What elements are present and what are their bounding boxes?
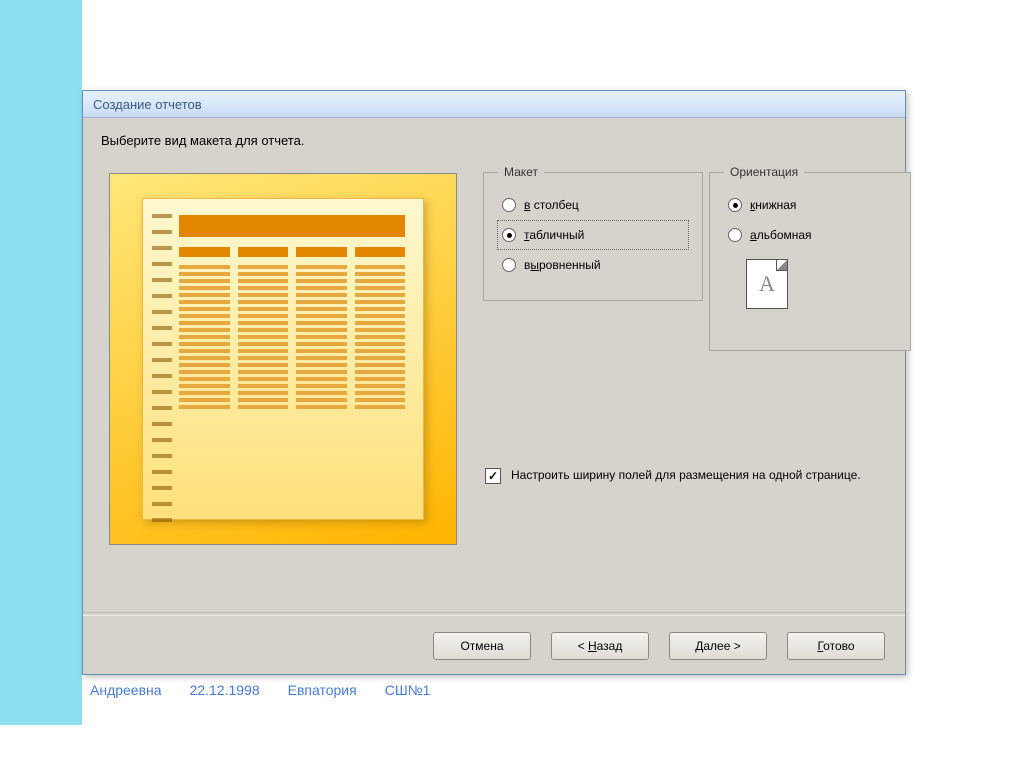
spiral-binding-icon <box>152 214 172 534</box>
radio-icon <box>502 228 516 242</box>
radio-layout-tabular[interactable]: табличный <box>498 221 688 249</box>
radio-label: выровненный <box>524 258 601 272</box>
radio-orientation-landscape[interactable]: альбомная <box>724 221 896 249</box>
finish-button[interactable]: Готово <box>787 632 885 660</box>
dialog-body: Выберите вид макета для отчета. <box>83 117 905 674</box>
slide-left-stripe <box>0 0 82 725</box>
radio-label: табличный <box>524 228 584 242</box>
radio-label: альбомная <box>750 228 812 242</box>
radio-layout-columnar[interactable]: в столбец <box>498 191 688 219</box>
background-data-row: Андреевна 22.12.1998 Евпатория СШ№1 <box>90 682 430 698</box>
bg-col-1: Андреевна <box>90 682 162 698</box>
radio-label: книжная <box>750 198 796 212</box>
instruction-text: Выберите вид макета для отчета. <box>101 133 304 148</box>
orientation-glyph: A <box>759 271 775 297</box>
bg-col-2: 22.12.1998 <box>190 682 260 698</box>
cancel-button[interactable]: Отмена <box>433 632 531 660</box>
layout-group: Макет в столбец табличный выровненный <box>483 165 703 301</box>
fit-width-label: Настроить ширину полей для размещения на… <box>511 467 861 484</box>
layout-preview <box>109 173 457 545</box>
bg-col-3: Евпатория <box>288 682 357 698</box>
radio-icon <box>502 258 516 272</box>
radio-icon <box>728 228 742 242</box>
bg-col-4: СШ№1 <box>385 682 431 698</box>
fit-width-checkbox[interactable]: Настроить ширину полей для размещения на… <box>485 467 875 484</box>
orientation-legend: Ориентация <box>724 165 804 179</box>
back-button[interactable]: < Назад <box>551 632 649 660</box>
page-fold-icon <box>776 260 787 271</box>
radio-layout-justified[interactable]: выровненный <box>498 251 688 279</box>
wizard-button-row: Отмена < Назад Далее > Готово <box>433 632 885 660</box>
next-button[interactable]: Далее > <box>669 632 767 660</box>
footer-separator <box>83 612 905 616</box>
slide-background: Андреевна 22.12.1998 Евпатория СШ№1 Созд… <box>0 0 1024 767</box>
radio-orientation-portrait[interactable]: книжная <box>724 191 896 219</box>
radio-icon <box>502 198 516 212</box>
report-page-preview <box>142 198 424 520</box>
orientation-preview-icon: A <box>746 259 788 309</box>
dialog-title: Создание отчетов <box>93 97 202 112</box>
checkbox-icon <box>485 468 501 484</box>
dialog-titlebar[interactable]: Создание отчетов <box>83 91 905 118</box>
layout-legend: Макет <box>498 165 544 179</box>
radio-label: в столбец <box>524 198 579 212</box>
orientation-group: Ориентация книжная альбомная A <box>709 165 911 351</box>
report-wizard-dialog: Создание отчетов Выберите вид макета для… <box>82 90 906 675</box>
radio-icon <box>728 198 742 212</box>
